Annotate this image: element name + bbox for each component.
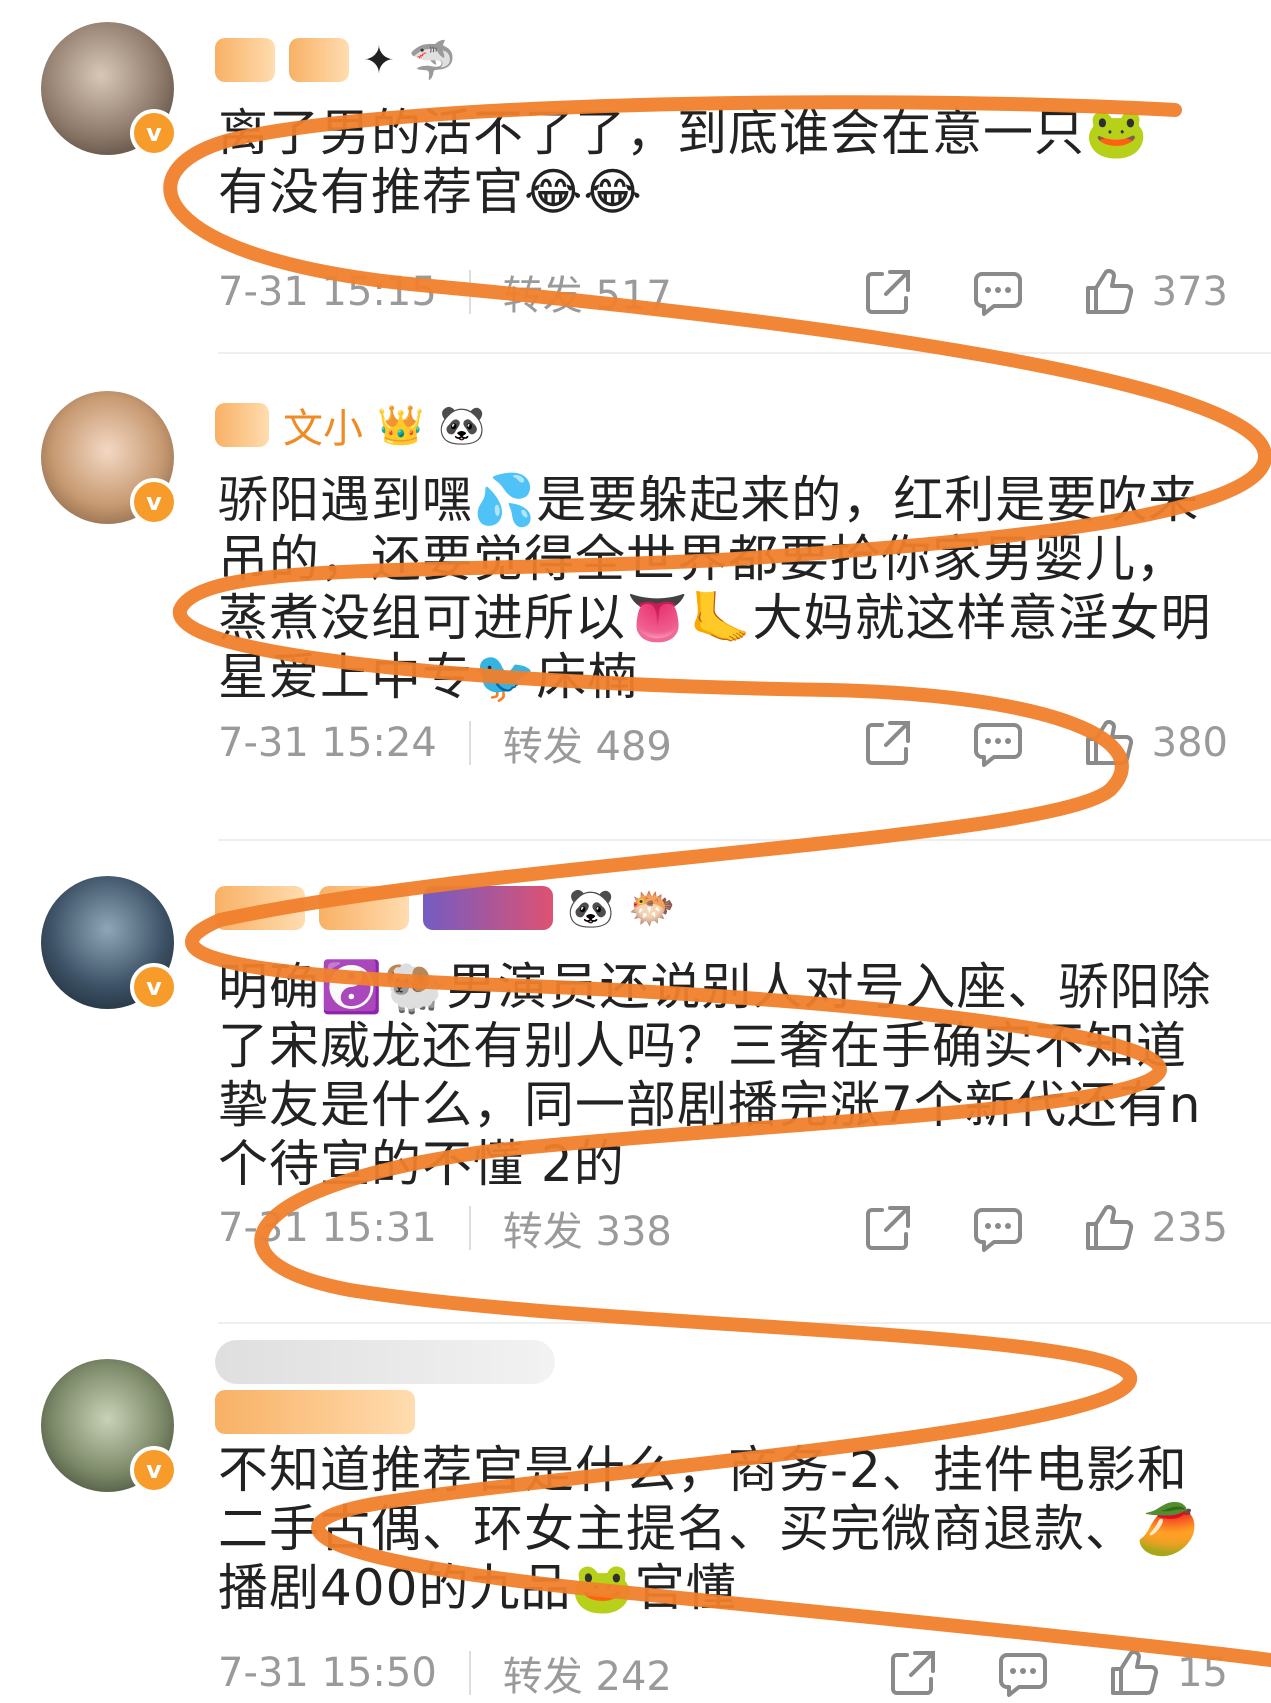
verified-badge-icon: v xyxy=(130,109,178,157)
blurred-username xyxy=(289,38,349,82)
comment-icon[interactable] xyxy=(997,1647,1049,1699)
username-row xyxy=(215,1387,415,1437)
repost-count[interactable]: 转发 242 xyxy=(503,1644,672,1702)
comment-text: 离了男的活不了了，到底谁会在意一只🐸 有没有推荐官😂😂 xyxy=(218,104,1149,221)
comment-meta: 7-31 15:15 转发 517 373 xyxy=(218,262,1228,322)
blurred-username xyxy=(319,886,409,930)
thumbs-up-icon[interactable] xyxy=(1082,1202,1134,1254)
repost-count[interactable]: 转发 489 xyxy=(503,714,672,772)
username: 文小 xyxy=(283,406,363,452)
share-icon[interactable] xyxy=(887,1647,939,1699)
share-icon[interactable] xyxy=(862,266,914,318)
user-badge-icon: ✦ xyxy=(363,38,395,82)
verified-badge-icon: v xyxy=(130,963,178,1011)
blurred-username xyxy=(215,1340,555,1384)
avatar[interactable]: v xyxy=(41,391,178,526)
comment-icon[interactable] xyxy=(972,1202,1024,1254)
thumbs-up-icon[interactable] xyxy=(1107,1647,1159,1699)
comment-feed: v ✦ 🦈 离了男的活不了了，到底谁会在意一只🐸 有没有推荐官😂😂 7-31 1… xyxy=(0,0,1271,1700)
comment-text: 不知道推荐官是什么，商务-2、挂件电影和二手古偶、环女主提名、买完微商退款、🥭播… xyxy=(218,1441,1200,1617)
comment-item: v 不知道推荐官是什么，商务-2、挂件电影和二手古偶、环女主提名、买完微商退款、… xyxy=(0,1323,1271,1700)
action-bar: 15 xyxy=(829,1643,1228,1703)
like-count: 373 xyxy=(1151,269,1228,315)
comment-item: v 🐼 🐡 明确☯️🐏男演员还说别人对号入座、骄阳除了宋威龙还有别人吗？三奢在手… xyxy=(0,840,1271,1324)
like-count: 235 xyxy=(1151,1205,1228,1251)
comment-icon[interactable] xyxy=(972,717,1024,769)
blurred-username xyxy=(423,886,553,930)
username-row[interactable]: 文小 👑 🐼 xyxy=(215,395,486,455)
divider xyxy=(468,270,471,314)
blurred-username xyxy=(215,403,269,447)
user-badge-icon: 🐼 xyxy=(567,886,615,930)
timestamp: 7-31 15:50 xyxy=(218,1650,437,1696)
comment-meta: 7-31 15:31 转发 338 235 xyxy=(218,1198,1228,1258)
divider xyxy=(468,721,471,765)
share-icon[interactable] xyxy=(862,1202,914,1254)
timestamp: 7-31 15:24 xyxy=(218,720,437,766)
like-count: 15 xyxy=(1177,1650,1228,1696)
user-badge-icon: 🦈 xyxy=(408,38,457,82)
comment-item: v 文小 👑 🐼 骄阳遇到嘿💦是要躲起来的，红利是要吹来吊的，还要觉得全世界都要… xyxy=(0,355,1271,841)
username-row[interactable] xyxy=(215,1337,555,1387)
thumbs-up-icon[interactable] xyxy=(1082,266,1134,318)
avatar[interactable]: v xyxy=(41,876,178,1011)
action-bar: 235 xyxy=(804,1198,1228,1258)
username-row[interactable]: 🐼 🐡 xyxy=(215,878,676,938)
avatar[interactable]: v xyxy=(41,22,178,157)
divider xyxy=(468,1651,471,1695)
repost-count[interactable]: 转发 338 xyxy=(503,1199,672,1257)
comment-icon[interactable] xyxy=(972,266,1024,318)
avatar[interactable]: v xyxy=(41,1359,178,1494)
blurred-username xyxy=(215,38,275,82)
blurred-user-badges xyxy=(215,1390,415,1434)
user-badge-icon: 🐼 xyxy=(438,403,486,447)
like-count: 380 xyxy=(1151,720,1228,766)
action-bar: 373 xyxy=(804,262,1228,322)
timestamp: 7-31 15:31 xyxy=(218,1205,437,1251)
timestamp: 7-31 15:15 xyxy=(218,269,437,315)
divider xyxy=(468,1206,471,1250)
repost-count[interactable]: 转发 517 xyxy=(503,263,672,321)
comment-text: 骄阳遇到嘿💦是要躲起来的，红利是要吹来吊的，还要觉得全世界都要抢你家男婴儿，蒸煮… xyxy=(218,471,1212,706)
user-badge-icon: 👑 xyxy=(377,403,425,447)
blurred-username xyxy=(215,886,305,930)
user-badge-icon: 🐡 xyxy=(628,886,676,930)
action-bar: 380 xyxy=(804,713,1228,773)
comment-text: 明确☯️🐏男演员还说别人对号入座、骄阳除了宋威龙还有别人吗？三奢在手确实不知道挚… xyxy=(218,958,1212,1193)
comment-meta: 7-31 15:24 转发 489 380 xyxy=(218,713,1228,773)
comment-meta: 7-31 15:50 转发 242 15 xyxy=(218,1643,1228,1703)
verified-badge-icon: v xyxy=(130,478,178,526)
username-row[interactable]: ✦ 🦈 xyxy=(215,30,456,90)
verified-badge-icon: v xyxy=(130,1446,178,1494)
share-icon[interactable] xyxy=(862,717,914,769)
thumbs-up-icon[interactable] xyxy=(1082,717,1134,769)
comment-item: v ✦ 🦈 离了男的活不了了，到底谁会在意一只🐸 有没有推荐官😂😂 7-31 1… xyxy=(0,0,1271,355)
divider xyxy=(218,352,1271,354)
